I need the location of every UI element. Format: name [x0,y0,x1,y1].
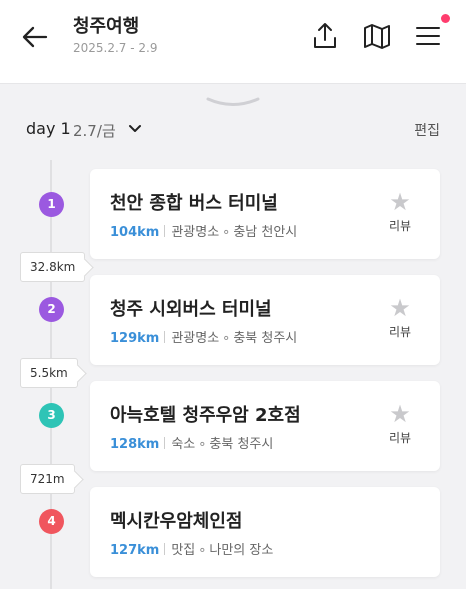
edit-button[interactable]: 편집 [414,120,440,140]
review-label: 리뷰 [388,219,412,233]
place-region: 나만의 장소 [209,543,274,558]
place-category: 관광명소 [171,331,220,346]
trip-dates: 2025.2.7 - 2.9 [73,41,158,55]
place-name: 멕시칸우암체인점 [110,511,243,532]
place-number-badge: 2 [39,297,64,322]
review-button[interactable]: ★ 리뷰 [382,295,418,340]
place-card[interactable]: 멕시칸우암체인점 127km 맛집 ∘ 나만의 장소 [90,487,440,577]
place-category: 숙소 [171,437,196,452]
place-meta: 127km 맛집 ∘ 나만의 장소 [110,543,274,558]
place-category: 관광명소 [171,225,220,240]
place-category: 맛집 [171,543,196,558]
place-card[interactable]: 아늑호텔 청주우암 2호점 128km 숙소 ∘ 충북 청주시 ★ 리뷰 [90,381,440,471]
share-upload-icon[interactable] [309,20,341,52]
star-icon: ★ [389,294,411,322]
place-number-badge: 1 [39,192,64,217]
place-number-badge: 4 [39,509,64,534]
app-header: 청주여행 2025.2.7 - 2.9 [0,0,466,84]
place-distance: 129km [110,331,160,346]
hamburger-menu-icon[interactable] [412,20,444,52]
review-label: 리뷰 [388,325,412,339]
place-distance: 128km [110,437,160,452]
place-distance: 104km [110,225,160,240]
page-title: 청주여행 [73,16,140,37]
place-card[interactable]: 천안 종합 버스 터미널 104km 관광명소 ∘ 충남 천안시 ★ 리뷰 [90,169,440,259]
place-meta: 104km 관광명소 ∘ 충남 천안시 [110,225,298,240]
place-meta: 129km 관광명소 ∘ 충북 청주시 [110,331,298,346]
chevron-down-icon[interactable] [127,122,143,136]
place-number-badge: 3 [39,403,64,428]
review-label: 리뷰 [388,431,412,445]
place-name: 아늑호텔 청주우암 2호점 [110,405,301,426]
day-selector: day 1 2.7/금 편집 [0,110,466,148]
sheet-handle-icon[interactable] [206,96,260,108]
day-label[interactable]: day 1 [26,119,71,138]
place-meta: 128km 숙소 ∘ 충북 청주시 [110,437,274,452]
review-button[interactable]: ★ 리뷰 [382,189,418,234]
review-button[interactable]: ★ 리뷰 [382,401,418,446]
place-card[interactable]: 청주 시외버스 터미널 129km 관광명소 ∘ 충북 청주시 ★ 리뷰 [90,275,440,365]
star-icon: ★ [389,400,411,428]
leg-distance-tag: 721m [20,464,75,494]
place-region: 충남 천안시 [233,225,298,240]
leg-distance-tag: 5.5km [20,358,78,388]
map-icon[interactable] [361,20,393,52]
arrow-left-icon[interactable] [18,22,52,52]
place-name: 청주 시외버스 터미널 [110,299,272,320]
place-name: 천안 종합 버스 터미널 [110,193,278,214]
day-date[interactable]: 2.7/금 [73,120,116,141]
place-region: 충북 청주시 [209,437,274,452]
place-region: 충북 청주시 [233,331,298,346]
star-icon: ★ [389,188,411,216]
notification-dot [441,14,450,23]
place-distance: 127km [110,543,160,558]
leg-distance-tag: 32.8km [20,252,86,282]
